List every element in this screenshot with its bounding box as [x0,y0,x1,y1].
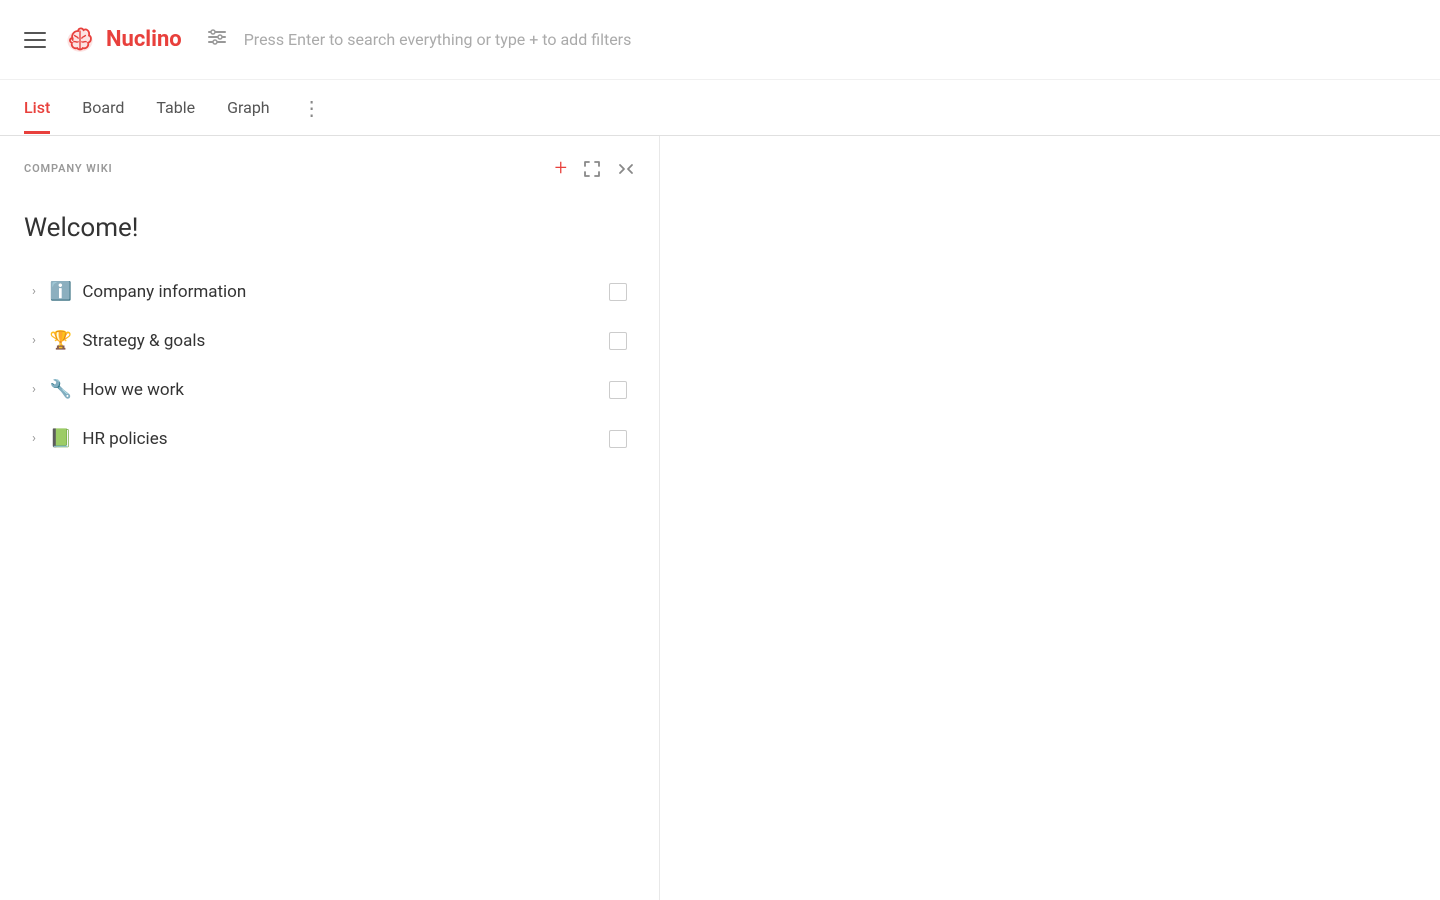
item-emoji: ℹ️ [50,281,72,302]
item-emoji: 🏆 [50,330,72,351]
tabs-bar: List Board Table Graph ⋮ [0,80,1440,136]
welcome-heading: Welcome! [0,197,659,267]
sidebar-title: COMPANY WIKI [24,162,113,175]
hamburger-menu-button[interactable] [24,32,46,48]
collapse-icon[interactable] [617,160,635,178]
item-label: Strategy & goals [82,331,205,351]
main-area: COMPANY WIKI + [0,136,1440,900]
list-item[interactable]: › 🔧 How we work [8,365,651,414]
logo[interactable]: Nuclino [62,22,182,58]
item-label: HR policies [82,429,167,449]
chevron-right-icon: › [32,333,36,348]
list-item[interactable]: › 📗 HR policies [8,414,651,463]
expand-icon[interactable] [583,160,601,178]
item-checkbox[interactable] [609,381,627,399]
item-checkbox[interactable] [609,430,627,448]
filter-icon[interactable] [206,26,228,53]
item-checkbox[interactable] [609,283,627,301]
chevron-right-icon: › [32,284,36,299]
list-item[interactable]: › 🏆 Strategy & goals [8,316,651,365]
tab-graph[interactable]: Graph [227,84,270,134]
item-label: Company information [82,282,246,302]
brain-icon [62,22,98,58]
chevron-right-icon: › [32,431,36,446]
tab-board[interactable]: Board [82,84,124,134]
sidebar-actions: + [555,156,635,181]
search-bar[interactable]: Press Enter to search everything or type… [244,22,1416,57]
item-emoji: 🔧 [50,379,72,400]
add-item-button[interactable]: + [555,156,567,181]
item-checkbox[interactable] [609,332,627,350]
tab-list[interactable]: List [24,84,50,134]
tab-table[interactable]: Table [156,84,195,134]
list-item[interactable]: › ℹ️ Company information [8,267,651,316]
sidebar-header: COMPANY WIKI + [0,136,659,197]
logo-text: Nuclino [106,27,182,52]
more-tabs-icon[interactable]: ⋮ [302,82,322,134]
item-label: How we work [82,380,184,400]
sidebar: COMPANY WIKI + [0,136,660,900]
header: Nuclino Press Enter to search everything… [0,0,1440,80]
chevron-right-icon: › [32,382,36,397]
item-emoji: 📗 [50,428,72,449]
